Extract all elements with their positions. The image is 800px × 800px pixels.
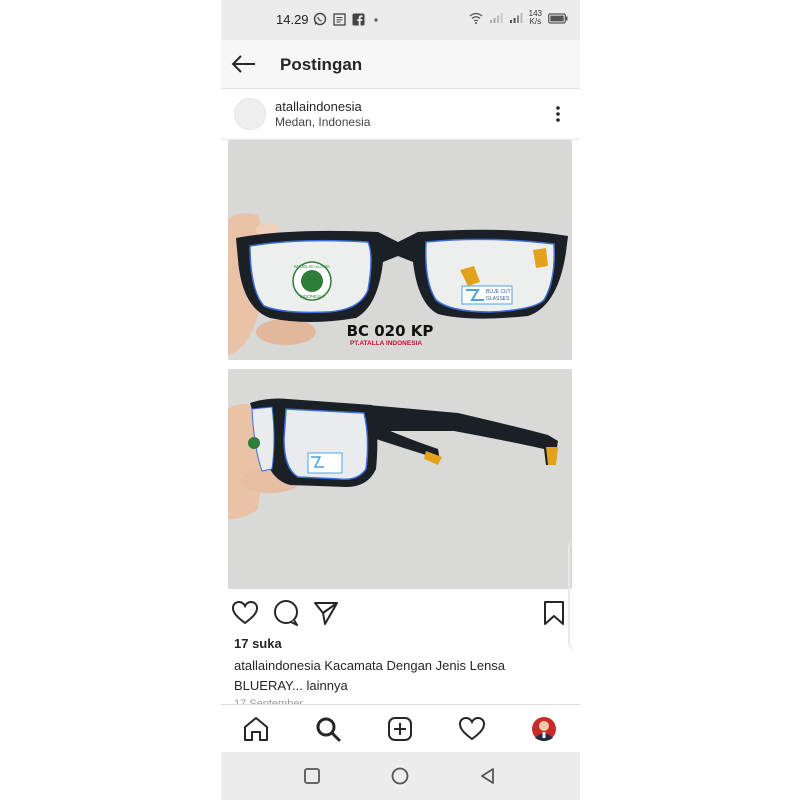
bookmark-icon[interactable]	[540, 599, 568, 627]
back-arrow-icon[interactable]	[229, 50, 259, 78]
page-title: Postingan	[280, 55, 363, 74]
battery-icon	[548, 12, 568, 24]
more-options-icon[interactable]	[548, 103, 568, 125]
blue-cut-line1: BLUE CUT	[486, 289, 511, 295]
message-icon	[333, 12, 346, 26]
edge-panel-handle[interactable]	[568, 540, 582, 650]
net-speed: 143 K/s	[529, 10, 542, 26]
home-circle-icon[interactable]	[390, 766, 410, 786]
back-triangle-icon[interactable]	[478, 766, 498, 786]
status-system-icons: 143 K/s	[469, 10, 568, 26]
status-bar: 14.29 143 K/s	[221, 0, 580, 40]
like-count[interactable]: 17 suka	[234, 636, 282, 651]
signal-icon-1	[489, 13, 503, 23]
post-header: atallaindonesia Medan, Indonesia	[221, 89, 580, 140]
search-icon[interactable]	[314, 715, 342, 743]
net-speed-unit: K/s	[529, 17, 542, 26]
home-icon[interactable]	[242, 715, 270, 743]
recents-icon[interactable]	[302, 766, 322, 786]
dot-icon	[374, 17, 378, 22]
post-photo-front[interactable]: MAJELIS ULAMA INDONESIA BLUE CUT GLASSES…	[228, 140, 572, 360]
glasses-side-illustration	[228, 369, 572, 589]
post-username[interactable]: atallaindonesia	[275, 99, 362, 114]
activity-heart-icon[interactable]	[458, 715, 486, 743]
halal-top-text: MAJELIS ULAMA	[294, 264, 330, 269]
bottom-navigation	[221, 704, 580, 753]
post-location[interactable]: Medan, Indonesia	[275, 115, 370, 129]
wifi-icon	[469, 12, 483, 24]
heart-icon[interactable]	[231, 599, 259, 627]
add-post-icon[interactable]	[386, 715, 414, 743]
author-avatar[interactable]	[234, 98, 266, 130]
company-text: PT.ATALLA INDONESIA	[350, 340, 422, 347]
status-time: 14.29	[276, 12, 309, 27]
post-action-bar	[221, 596, 580, 632]
glasses-front-illustration: MAJELIS ULAMA INDONESIA BLUE CUT GLASSES…	[228, 140, 572, 360]
halal-bottom-text: INDONESIA	[300, 294, 325, 299]
caption-username[interactable]: atallaindonesia	[234, 658, 321, 673]
model-code-text: BC 020 KP	[347, 322, 434, 340]
phone-screen: 14.29 143 K/s Postingan atallaindonesia …	[221, 0, 580, 800]
post-photo-side[interactable]	[228, 369, 572, 589]
app-header: Postingan	[221, 40, 580, 89]
profile-avatar[interactable]	[530, 715, 558, 743]
post-date: 17 September	[234, 698, 304, 704]
comment-icon[interactable]	[272, 599, 300, 627]
signal-icon-2	[509, 13, 523, 23]
status-notification-icons	[313, 12, 381, 26]
post-caption: atallaindonesia Kacamata Dengan Jenis Le…	[234, 656, 564, 696]
caption-more-link[interactable]: lainnya	[307, 678, 348, 693]
system-navigation-bar	[221, 752, 580, 800]
whatsapp-icon	[313, 12, 327, 26]
share-icon[interactable]	[312, 599, 340, 627]
blue-cut-line2: GLASSES	[486, 296, 510, 302]
facebook-icon	[352, 13, 365, 26]
